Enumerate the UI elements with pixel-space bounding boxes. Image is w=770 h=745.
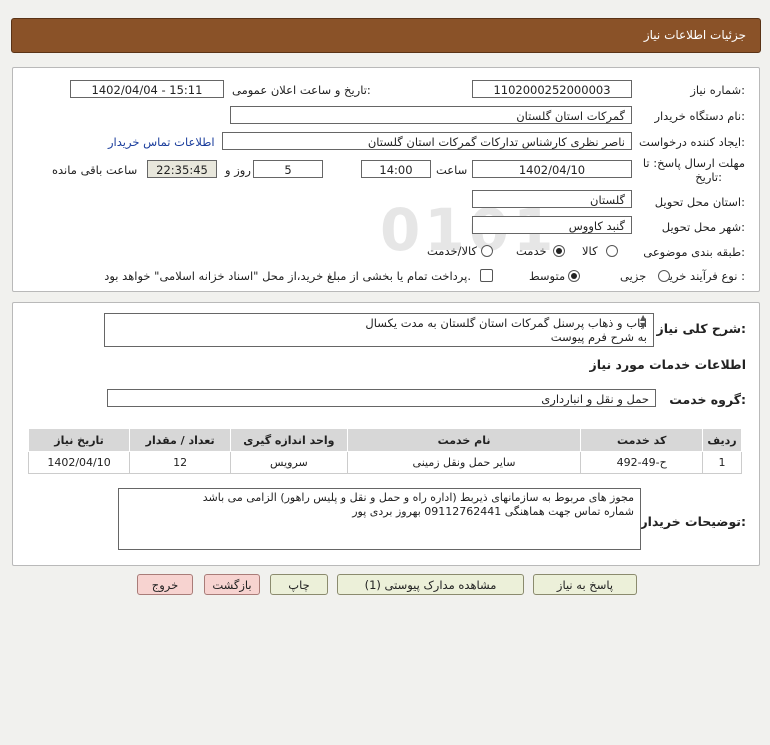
deadline-time-field: 14:00: [361, 160, 431, 178]
treasury-payment-note: پرداخت تمام یا بخشی از مبلغ خرید،از محل …: [104, 269, 471, 283]
category-option-goods: کالا: [582, 244, 598, 258]
cell-unit: سرویس: [230, 451, 348, 474]
city-field: گنبد کاووس: [472, 216, 632, 234]
service-group-field: حمل و نقل و انبارداری: [107, 389, 656, 407]
page-header: جزئیات اطلاعات نیاز: [11, 18, 761, 53]
province-field: گلستان: [472, 190, 632, 208]
process-option-minor: جزیی: [620, 269, 647, 283]
description-field[interactable]: ایاب و ذهاب پرسنل گمرکات استان گلستان به…: [104, 313, 654, 347]
col-quantity: تعداد / مقدار: [129, 428, 232, 452]
buyer-notes-line-1: مجوز های مربوط به سازمانهای ذیربط (اداره…: [202, 491, 634, 504]
creator-label: ایجاد کننده درخواست:: [639, 135, 745, 149]
creator-field: ناصر نظری کارشناس تدارکات گمرکات استان گ…: [222, 132, 632, 150]
deadline-date-field: 1402/04/10: [472, 160, 632, 178]
deadline-time-label: ساعت: [436, 163, 468, 177]
description-line-2: به شرح فرم پیوست: [550, 330, 647, 344]
days-field: 5: [253, 160, 323, 178]
category-radio-goods-service[interactable]: [481, 245, 493, 257]
category-label: طبقه بندی موضوعی:: [643, 245, 745, 259]
col-date: تاریخ نیاز: [27, 428, 131, 452]
cell-date: 1402/04/10: [27, 451, 131, 474]
cell-service-code: ح-49-492: [580, 451, 703, 474]
category-option-service: خدمت: [516, 244, 547, 258]
buyer-org-label: نام دستگاه خریدار:: [654, 109, 745, 123]
deadline-label-date: تاریخ:: [695, 170, 722, 184]
col-service-name: نام خدمت: [346, 428, 582, 452]
print-button[interactable]: چاپ: [270, 574, 328, 595]
cell-service-name: سایر حمل ونقل زمینی: [346, 451, 582, 474]
view-attachments-button[interactable]: مشاهده مدارک پیوستی (1): [337, 574, 524, 595]
remaining-time-label: ساعت باقی مانده: [52, 163, 138, 177]
province-label: استان محل تحویل:: [654, 195, 745, 209]
description-line-1: ایاب و ذهاب پرسنل گمرکات استان گلستان به…: [365, 316, 647, 330]
buyer-notes-field[interactable]: مجوز های مربوط به سازمانهای ذیربط (اداره…: [118, 488, 641, 550]
category-radio-service[interactable]: [553, 245, 565, 257]
category-radio-goods[interactable]: [606, 245, 618, 257]
col-unit: واحد اندازه گیری: [230, 428, 348, 452]
cell-row: 1: [701, 451, 743, 474]
buyer-notes-label: توضیحات خریدار:: [640, 514, 746, 529]
services-table: تاریخ نیاز تعداد / مقدار واحد اندازه گیر…: [27, 428, 743, 474]
reply-button[interactable]: پاسخ به نیاز: [533, 574, 637, 595]
col-row: ردیف: [701, 428, 743, 452]
remaining-time-field: 22:35:45: [147, 160, 217, 178]
process-radio-medium[interactable]: [568, 270, 580, 282]
treasury-payment-checkbox[interactable]: [480, 269, 493, 282]
services-table-header: تاریخ نیاز تعداد / مقدار واحد اندازه گیر…: [27, 428, 743, 452]
deadline-label: مهلت ارسال پاسخ: تا: [642, 156, 745, 170]
need-number-field: 1102000252000003: [472, 80, 632, 98]
buyer-org-field: گمرکات استان گلستان: [230, 106, 632, 124]
description-label: شرح کلی نیاز:: [656, 321, 747, 336]
process-radio-minor[interactable]: [658, 270, 670, 282]
city-label: شهر محل تحویل:: [661, 220, 745, 234]
announce-label: تاریخ و ساعت اعلان عمومی:: [232, 83, 371, 97]
back-button[interactable]: بازگشت: [204, 574, 260, 595]
cell-quantity: 12: [129, 451, 232, 474]
announce-field: 1402/04/04 - 15:11: [70, 80, 224, 98]
col-service-code: کد خدمت: [580, 428, 703, 452]
scroll-arrows-icon: ▲ ▼: [640, 313, 647, 330]
category-option-goods-service: کالا/خدمت: [427, 244, 478, 258]
buyer-notes-line-2: شماره تماس جهت هماهنگی 09112762441 بهروز…: [352, 505, 634, 518]
buyer-contact-link[interactable]: اطلاعات تماس خریدار: [108, 135, 215, 149]
process-option-medium: متوسط: [529, 269, 566, 283]
process-label: نوع فرآیند خرید :: [663, 269, 745, 283]
days-label: روز و: [225, 163, 251, 177]
need-number-label: شماره نیاز:: [690, 83, 745, 97]
services-section-title: اطلاعات خدمات مورد نیاز: [589, 357, 747, 372]
exit-button[interactable]: خروج: [137, 574, 193, 595]
service-group-label: گروه خدمت:: [669, 392, 746, 407]
page-title: جزئیات اطلاعات نیاز: [643, 28, 746, 42]
table-row[interactable]: 1402/04/10 12 سرویس سایر حمل ونقل زمینی …: [27, 451, 743, 474]
